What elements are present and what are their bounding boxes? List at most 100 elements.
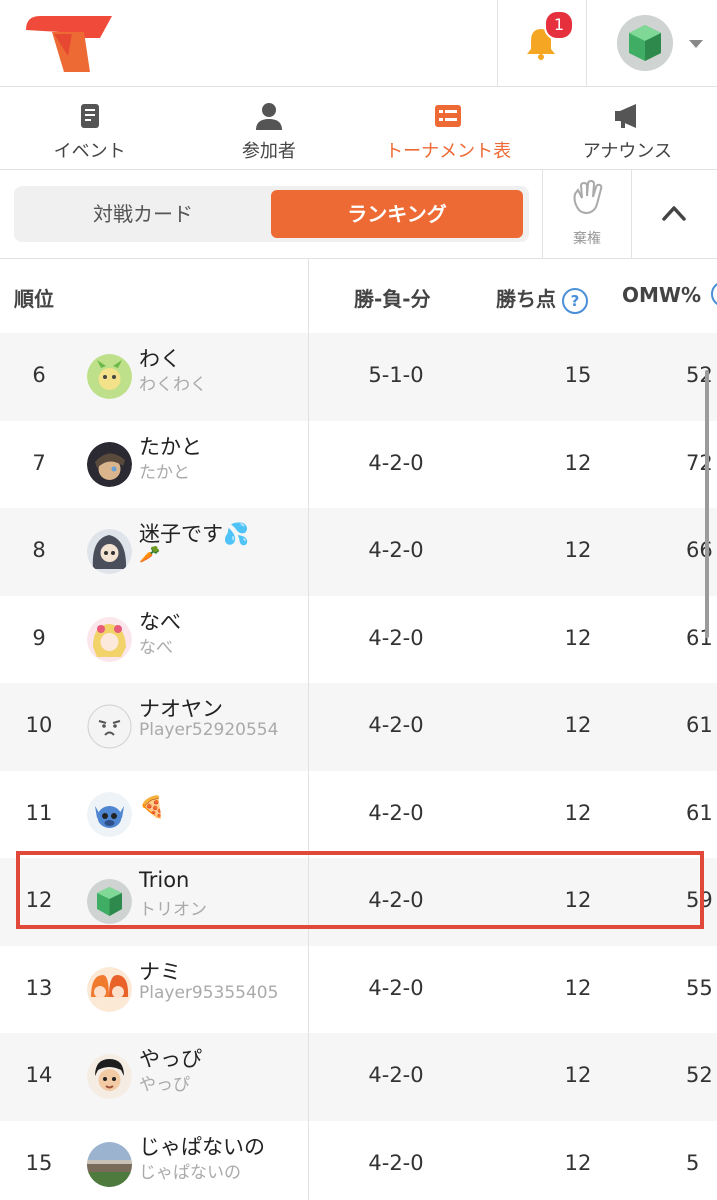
record-cell: 4-2-0	[368, 450, 424, 475]
tab-participants-label: 参加者	[241, 141, 296, 162]
chevron-up-icon	[662, 206, 686, 221]
megaphone-icon	[615, 104, 637, 128]
tab-announce[interactable]: アナウンス	[538, 87, 717, 169]
player-avatar[interactable]	[87, 616, 132, 662]
tab-event-label: イベント	[53, 141, 126, 162]
rank-cell: 10	[25, 713, 53, 737]
omw-cell: 61	[686, 713, 713, 737]
forfeit-label: 棄権	[573, 231, 601, 247]
player-id: トリオン	[139, 900, 207, 920]
col-record-header: 勝-負-分	[354, 287, 431, 311]
event-doc-icon	[80, 104, 99, 128]
tab-event[interactable]: イベント	[0, 87, 179, 169]
player-name: なべ	[139, 609, 181, 634]
table-row[interactable]: 14 やっぴ やっぴ 4-2-0 12 52	[0, 1033, 717, 1121]
player-avatar[interactable]	[87, 704, 132, 749]
player-id: たかと	[139, 462, 190, 483]
rank-cell: 6	[32, 363, 46, 387]
main-nav: イベント 参加者 トーナメント表 アナウンス	[0, 87, 717, 170]
collapse-button[interactable]	[631, 170, 717, 258]
notification-area[interactable]: 1	[497, 0, 586, 86]
table-row[interactable]: 7 たかと たかと 4-2-0 12 72	[0, 421, 717, 509]
player-name: 迷子です💦	[139, 522, 250, 546]
view-switcher-row: 対戦カード ランキング 棄権	[0, 170, 717, 259]
player-avatar[interactable]	[87, 791, 132, 837]
col-points-label: 勝ち点	[496, 287, 556, 311]
record-cell: 4-2-0	[368, 538, 424, 562]
table-row[interactable]: 11 🍕 4-2-0 12 61	[0, 771, 717, 859]
record-cell: 4-2-0	[368, 888, 424, 912]
points-cell: 12	[564, 1063, 592, 1087]
chevron-down-icon[interactable]	[689, 40, 703, 48]
points-cell: 12	[564, 713, 592, 737]
player-id: なべ	[139, 637, 173, 658]
player-avatar[interactable]	[87, 1141, 132, 1187]
record-cell: 4-2-0	[368, 625, 424, 650]
app-logo[interactable]	[24, 12, 116, 74]
table-row[interactable]: 8 迷子です💦 🥕 4-2-0 12 66	[0, 508, 717, 596]
top-bar: 1	[0, 0, 717, 87]
omw-cell: 52	[686, 1063, 713, 1087]
col-points-header: 勝ち点?	[496, 283, 588, 314]
forfeit-button[interactable]: 棄権	[542, 170, 632, 258]
user-avatar[interactable]	[617, 15, 673, 71]
player-avatar[interactable]	[87, 529, 132, 574]
player-avatar[interactable]	[87, 966, 132, 1012]
ranking-table-header: 順位 勝-負-分 勝ち点? OMW%	[0, 259, 717, 334]
player-avatar[interactable]	[87, 879, 132, 924]
tab-bracket-label: トーナメント表	[385, 141, 512, 162]
rank-cell: 8	[32, 538, 46, 562]
tab-participants[interactable]: 参加者	[179, 87, 358, 169]
record-cell: 4-2-0	[368, 1063, 424, 1087]
player-id: Player95355405	[139, 982, 279, 1003]
player-name: 🍕	[139, 794, 166, 819]
player-name: じゃぱないの	[139, 1134, 265, 1159]
omw-cell: 59	[686, 888, 713, 912]
ranking-table-body[interactable]: 6 わく わくわく 5-1-0 15 52 7 たかと たかと 4-2-0 12…	[0, 333, 717, 1200]
ranking-toggle[interactable]: ランキング	[271, 190, 523, 238]
record-cell: 4-2-0	[368, 713, 424, 737]
player-id: やっぴ	[139, 1075, 190, 1095]
omw-help-icon[interactable]	[711, 281, 717, 307]
rank-cell: 12	[25, 888, 53, 912]
player-id: わくわく	[139, 375, 207, 395]
player-name: ナオヤン	[139, 697, 223, 721]
points-cell: 12	[564, 450, 592, 475]
rank-cell: 14	[25, 1063, 53, 1087]
col-omw-header: OMW%	[622, 283, 702, 307]
player-avatar[interactable]	[87, 354, 132, 399]
player-avatar[interactable]	[87, 441, 132, 487]
points-cell: 15	[564, 363, 592, 387]
table-row[interactable]: 10 ナオヤン Player52920554 4-2-0 12 61	[0, 683, 717, 771]
points-cell: 12	[564, 975, 592, 1000]
record-cell: 4-2-0	[368, 1150, 424, 1175]
record-cell: 4-2-0	[368, 975, 424, 1000]
table-row[interactable]: 13 ナミ Player95355405 4-2-0 12 55	[0, 946, 717, 1034]
help-icon[interactable]: ?	[562, 287, 588, 314]
player-name: やっぴ	[139, 1047, 202, 1071]
rank-cell: 11	[25, 800, 53, 825]
table-row[interactable]: 6 わく わくわく 5-1-0 15 52	[0, 333, 717, 421]
person-icon	[255, 103, 282, 130]
col-rank-header: 順位	[14, 287, 54, 311]
table-row-highlighted[interactable]: 12 Trion トリオン 4-2-0 12 59	[0, 858, 717, 946]
column-divider	[308, 259, 309, 1200]
user-menu[interactable]	[586, 0, 717, 86]
player-avatar[interactable]	[87, 1054, 132, 1099]
table-row[interactable]: 9 なべ なべ 4-2-0 12 61	[0, 596, 717, 684]
omw-cell: 61	[686, 800, 713, 825]
rank-cell: 15	[25, 1150, 53, 1175]
player-name: たかと	[139, 434, 202, 459]
scrollbar[interactable]	[705, 370, 709, 638]
rank-cell: 9	[32, 625, 46, 650]
player-name: ナミ	[139, 959, 181, 984]
player-id: 🥕	[139, 545, 161, 565]
table-row[interactable]: 15 じゃぱないの じゃぱないの 4-2-0 12 5	[0, 1121, 717, 1200]
bracket-list-icon	[435, 105, 462, 127]
tab-bracket[interactable]: トーナメント表	[359, 87, 538, 169]
omw-cell: 55	[686, 975, 713, 1000]
matchcard-toggle[interactable]: 対戦カード	[18, 190, 268, 238]
points-cell: 12	[564, 1150, 592, 1175]
points-cell: 12	[564, 625, 592, 650]
tab-announce-label: アナウンス	[582, 141, 673, 162]
